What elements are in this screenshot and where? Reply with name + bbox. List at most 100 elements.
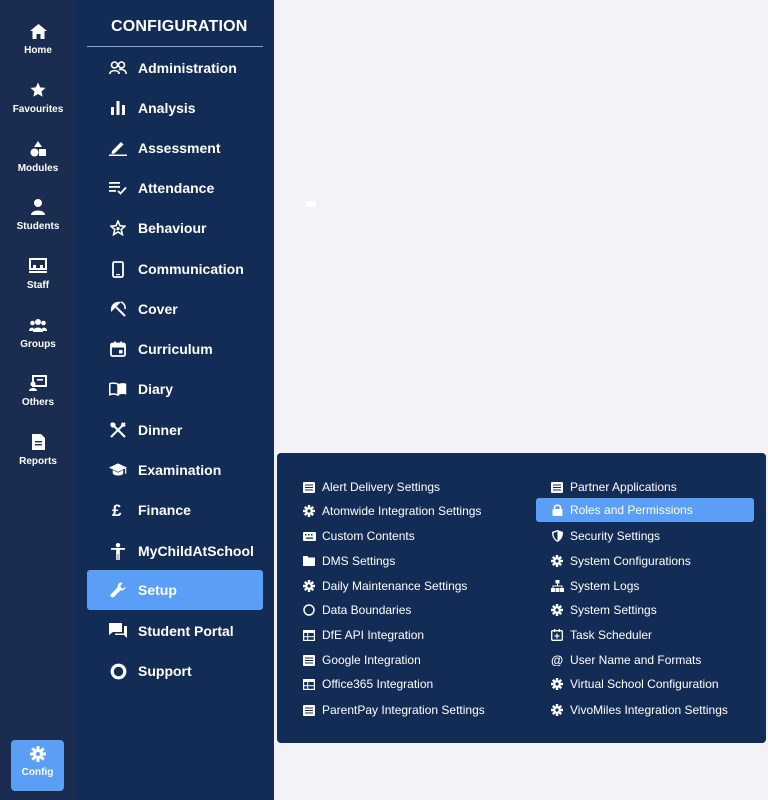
star-icon <box>29 81 47 99</box>
rail-item-label: Students <box>16 221 60 232</box>
chat-icon <box>109 622 127 640</box>
submenu-item-vivomiles-integration-settings[interactable]: VivoMiles Integration Settings <box>550 698 728 722</box>
rail-item-favourites[interactable]: Favourites <box>0 77 76 127</box>
book-icon <box>109 380 127 398</box>
menu-divider <box>87 46 263 47</box>
list-icon <box>302 703 316 717</box>
submenu-item-parentpay-integration-settings[interactable]: ParentPay Integration Settings <box>302 698 485 722</box>
menu-item-assessment[interactable]: Assessment <box>87 128 263 168</box>
submenu-item-system-settings[interactable]: System Settings <box>550 598 657 622</box>
submenu-item-office365-integration[interactable]: Office365 Integration <box>302 672 433 696</box>
child-icon <box>109 542 127 560</box>
submenu-item-task-scheduler[interactable]: Task Scheduler <box>550 623 652 647</box>
rail-item-reports[interactable]: Reports <box>0 429 76 479</box>
menu-item-label: Behaviour <box>138 220 207 236</box>
menu-item-mychildatschool[interactable]: MyChildAtSchool <box>87 531 263 571</box>
rail-item-staff[interactable]: Staff <box>0 253 76 303</box>
menu-item-attendance[interactable]: Attendance <box>87 168 263 208</box>
submenu-item-label: ParentPay Integration Settings <box>322 703 485 717</box>
rail-config-label: Config <box>21 767 54 778</box>
menu-item-label: Analysis <box>138 100 196 116</box>
checklist-icon <box>109 179 127 197</box>
rail-item-students[interactable]: Students <box>0 194 76 244</box>
submenu-item-label: System Logs <box>570 579 640 593</box>
menu-item-label: Curriculum <box>138 341 213 357</box>
submenu-item-dms-settings[interactable]: DMS Settings <box>302 549 395 573</box>
submenu-item-data-boundaries[interactable]: Data Boundaries <box>302 598 411 622</box>
table-icon <box>302 628 316 642</box>
submenu-item-system-logs[interactable]: System Logs <box>550 574 639 598</box>
graduation-cap-icon <box>109 461 127 479</box>
document-icon <box>29 433 47 451</box>
rail-item-groups[interactable]: Groups <box>0 312 76 362</box>
rail-item-home[interactable]: Home <box>0 18 76 68</box>
menu-item-setup[interactable]: Setup <box>87 570 263 610</box>
submenu-item-alert-delivery-settings[interactable]: Alert Delivery Settings <box>302 475 440 499</box>
phone-icon <box>109 260 127 278</box>
submenu-item-label: Custom Contents <box>322 529 415 543</box>
submenu-item-virtual-school-configuration[interactable]: Virtual School Configuration <box>550 672 719 696</box>
gear-icon <box>29 746 46 762</box>
rail-item-config[interactable]: Config <box>11 740 64 791</box>
people-icon <box>109 59 127 77</box>
classroom-icon <box>29 257 47 275</box>
list-icon <box>550 480 564 494</box>
rail-item-label: Others <box>21 397 55 408</box>
menu-item-label: Attendance <box>138 180 215 196</box>
submenu-item-label: Roles and Permissions <box>570 503 693 517</box>
submenu-item-label: Google Integration <box>322 653 421 667</box>
submenu-item-dfe-api-integration[interactable]: DfE API Integration <box>302 623 424 647</box>
menu-item-behaviour[interactable]: Behaviour <box>87 208 263 248</box>
submenu-item-atomwide-integration-settings[interactable]: Atomwide Integration Settings <box>302 499 481 523</box>
menu-item-examination[interactable]: Examination <box>87 450 263 490</box>
background-marker <box>306 201 316 207</box>
submenu-item-user-name-and-formats[interactable]: @ User Name and Formats <box>550 648 701 672</box>
menu-item-diary[interactable]: Diary <box>87 369 263 409</box>
person-icon <box>29 198 47 216</box>
rail-item-modules[interactable]: Modules <box>0 136 76 186</box>
wrench-icon <box>109 581 127 599</box>
list-icon <box>302 653 316 667</box>
table-icon <box>302 677 316 691</box>
menu-item-label: Assessment <box>138 140 221 156</box>
menu-item-analysis[interactable]: Analysis <box>87 88 263 128</box>
submenu-item-security-settings[interactable]: Security Settings <box>550 524 660 548</box>
submenu-item-label: Partner Applications <box>570 480 677 494</box>
rail-item-others[interactable]: Others <box>0 370 76 420</box>
bar-chart-icon <box>109 99 127 117</box>
submenu-item-google-integration[interactable]: Google Integration <box>302 648 421 672</box>
svg-text:£: £ <box>112 502 122 518</box>
menu-item-cover[interactable]: Cover <box>87 289 263 329</box>
pound-icon: £ <box>109 501 127 519</box>
menu-item-finance[interactable]: £ Finance <box>87 490 263 530</box>
menu-item-label: Administration <box>138 60 237 76</box>
menu-item-administration[interactable]: Administration <box>87 48 263 88</box>
cog-icon <box>550 677 564 691</box>
menu-item-curriculum[interactable]: Curriculum <box>87 329 263 369</box>
lock-icon <box>550 503 564 517</box>
submenu-item-system-configurations[interactable]: System Configurations <box>550 549 691 573</box>
rail-item-label: Reports <box>19 456 57 467</box>
menu-item-support[interactable]: Support <box>87 651 263 691</box>
submenu-item-label: Daily Maintenance Settings <box>322 579 468 593</box>
submenu-item-roles-and-permissions[interactable]: Roles and Permissions <box>536 498 754 522</box>
submenu-item-daily-maintenance-settings[interactable]: Daily Maintenance Settings <box>302 574 467 598</box>
submenu-item-custom-contents[interactable]: Custom Contents <box>302 524 415 548</box>
calendar-plus-icon <box>550 628 564 642</box>
cog-icon <box>302 579 316 593</box>
group-icon <box>29 316 47 334</box>
submenu-item-label: Virtual School Configuration <box>570 677 719 691</box>
submenu-item-label: Security Settings <box>570 529 661 543</box>
submenu-item-label: Task Scheduler <box>570 628 653 642</box>
menu-item-label: Cover <box>138 301 178 317</box>
menu-item-communication[interactable]: Communication <box>87 249 263 289</box>
menu-item-dinner[interactable]: Dinner <box>87 410 263 450</box>
menu-item-label: Finance <box>138 502 191 518</box>
submenu-item-label: VivoMiles Integration Settings <box>570 703 728 717</box>
cog-icon <box>550 554 564 568</box>
submenu-item-label: Alert Delivery Settings <box>322 480 441 494</box>
submenu-item-partner-applications[interactable]: Partner Applications <box>550 475 677 499</box>
menu-item-student-portal[interactable]: Student Portal <box>87 611 263 651</box>
setup-submenu: Alert Delivery Settings Atomwide Integra… <box>277 453 766 743</box>
icon-rail: Home Favourites Modules Students Staff G… <box>0 0 76 800</box>
